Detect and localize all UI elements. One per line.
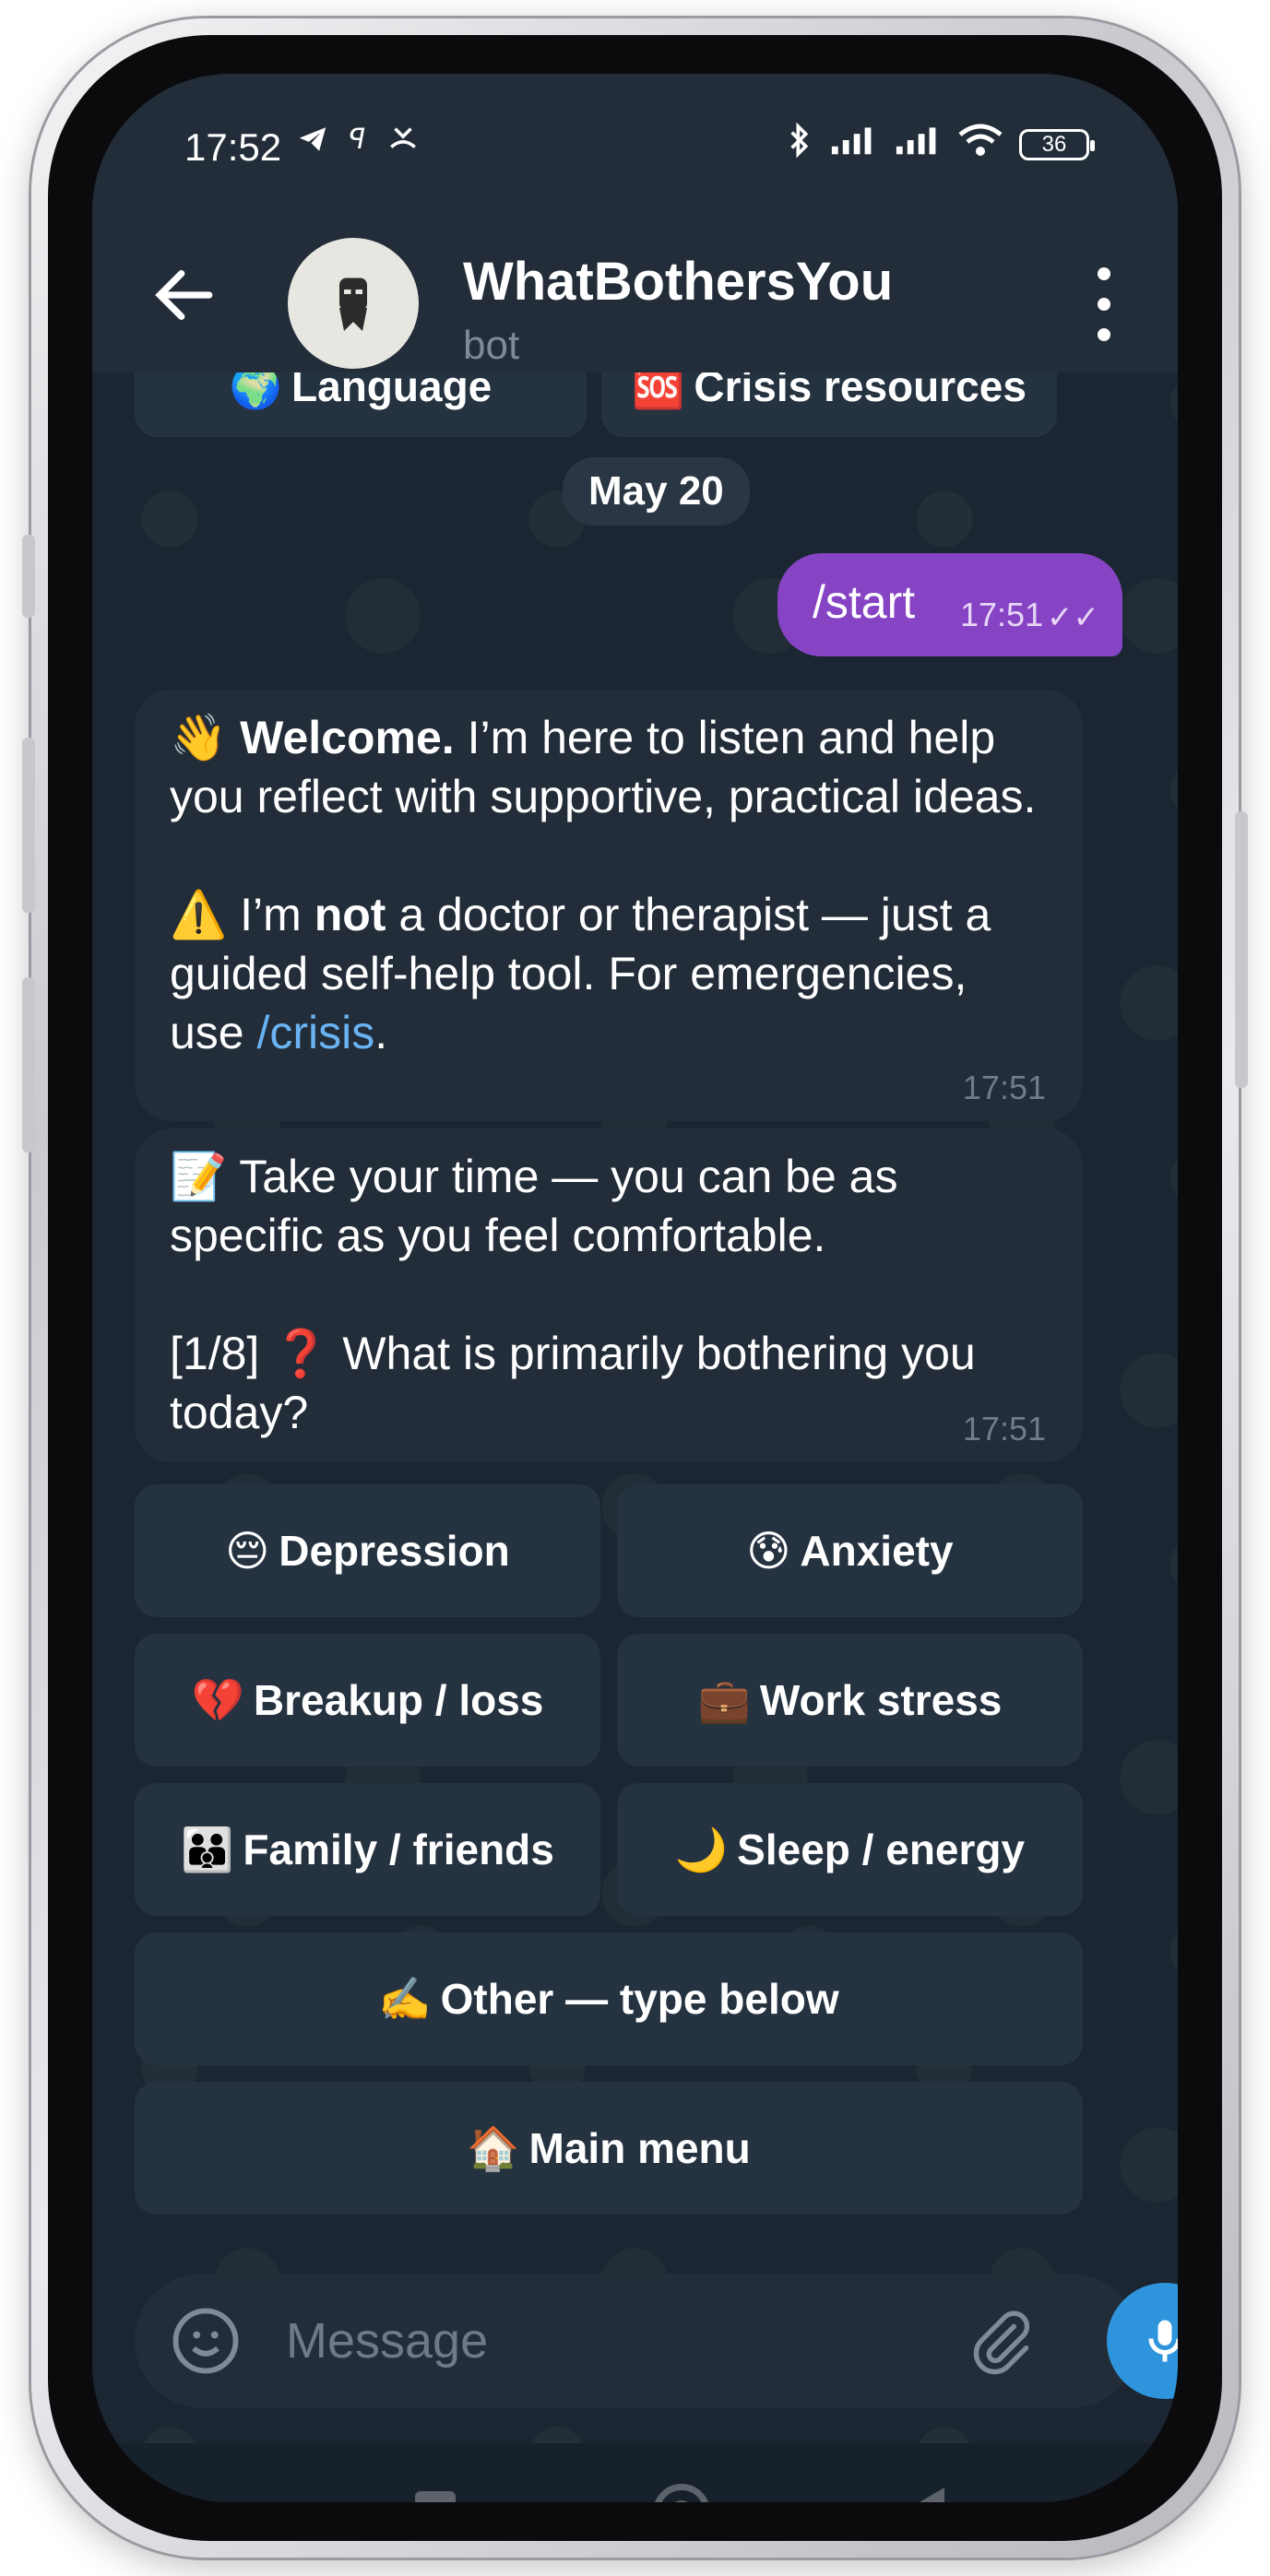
- microphone-icon: [1148, 2320, 1178, 2362]
- anxiety-button[interactable]: 😰 Anxiety: [617, 1484, 1083, 1617]
- disclaimer-bold-text: not: [314, 889, 386, 940]
- bluetooth-icon: [787, 122, 813, 167]
- message-paragraph: [1/8] ❓ What is primarily bothering you …: [170, 1324, 1051, 1442]
- back-icon[interactable]: [904, 2487, 944, 2502]
- other-type-below-button[interactable]: ✍️ Other — type below: [135, 1932, 1083, 2065]
- signal-alt-icon: ꟼ: [349, 124, 366, 155]
- anxious-face-icon: 😰: [746, 1527, 791, 1575]
- question-mark-icon: ❓: [272, 1328, 330, 1379]
- main-menu-button[interactable]: 🏠 Main menu: [135, 2082, 1083, 2215]
- broken-heart-icon: 💔: [191, 1675, 244, 1724]
- outgoing-message-text: /start: [813, 576, 916, 628]
- chat-title[interactable]: WhatBothersYou: [463, 251, 893, 313]
- message-composer: [135, 2274, 1138, 2408]
- outgoing-message[interactable]: /start 17:51 ✓✓: [777, 553, 1122, 656]
- telegram-icon: [297, 124, 328, 163]
- home-icon[interactable]: [653, 2484, 710, 2502]
- sos-icon: 🆘: [632, 372, 685, 410]
- wifi-icon: [956, 122, 1004, 167]
- button-label: Sleep / energy: [737, 1826, 1026, 1873]
- button-label: Main menu: [528, 2124, 751, 2172]
- writing-hand-icon: ✍️: [378, 1974, 432, 2023]
- disclaimer-text-a: I’m: [227, 889, 315, 940]
- phone-frame: 17:52 ꟼ 36 WhatBothersYou bot 🌍 Language…: [22, 18, 1248, 2558]
- message-paragraph: 📝 Take your time — you can be as specifi…: [170, 1147, 1051, 1265]
- button-label: Breakup / loss: [253, 1676, 544, 1724]
- waving-hand-icon: 👋: [170, 712, 228, 763]
- message-paragraph: 👋 Welcome. I’m here to listen and help y…: [170, 708, 1051, 826]
- message-body: 👋 Welcome. I’m here to listen and help y…: [170, 708, 1051, 1062]
- status-time: 17:52: [184, 125, 282, 169]
- crisis-command-link[interactable]: /crisis: [257, 1007, 375, 1058]
- more-options-icon[interactable]: [1086, 267, 1122, 341]
- outgoing-message-time: 17:51: [960, 596, 1044, 633]
- inline-keyboard: 😔 Depression 😰 Anxiety 💔 Breakup / loss …: [135, 1484, 1083, 2215]
- message-paragraph: ⚠️ I’m not a doctor or therapist — just …: [170, 885, 1051, 1062]
- missed-call-icon: [386, 124, 421, 163]
- read-receipt-icon: ✓✓: [1047, 600, 1099, 635]
- family-icon: 👪: [181, 1825, 234, 1873]
- recents-icon[interactable]: [415, 2491, 456, 2502]
- button-label: Work stress: [759, 1676, 1003, 1724]
- button-label: Anxiety: [800, 1527, 954, 1575]
- screen: 17:52 ꟼ 36 WhatBothersYou bot 🌍 Language…: [92, 74, 1178, 2502]
- date-separator: May 20: [563, 457, 750, 526]
- depression-button[interactable]: 😔 Depression: [135, 1484, 600, 1617]
- take-your-time-text: Take your time — you can be as specific …: [170, 1151, 898, 1261]
- volume-up-button: [22, 738, 35, 913]
- button-label: Other — type below: [440, 1975, 839, 2023]
- language-button[interactable]: 🌍 Language: [135, 372, 587, 437]
- message-time: 17:51: [962, 1410, 1046, 1448]
- question-progress: [1/8]: [170, 1328, 273, 1379]
- incoming-message[interactable]: 📝 Take your time — you can be as specifi…: [135, 1128, 1083, 1462]
- emoji-icon[interactable]: [170, 2305, 242, 2377]
- crisis-resources-button-label: Crisis resources: [694, 372, 1027, 410]
- signal-icon: [827, 124, 877, 164]
- battery-icon: 36: [1019, 128, 1095, 160]
- button-label: Depression: [279, 1527, 510, 1575]
- message-time: 17:51: [962, 1069, 1046, 1106]
- status-notification-icons: ꟼ: [297, 124, 421, 163]
- message-body: 📝 Take your time — you can be as specifi…: [170, 1147, 1051, 1442]
- work-stress-button[interactable]: 💼 Work stress: [617, 1634, 1083, 1767]
- disclaimer-end: .: [374, 1007, 388, 1058]
- message-input[interactable]: [286, 2310, 932, 2371]
- silent-switch: [22, 535, 35, 618]
- globe-icon: 🌍: [229, 372, 283, 410]
- bezel: 17:52 ꟼ 36 WhatBothersYou bot 🌍 Language…: [48, 35, 1222, 2541]
- language-button-label: Language: [291, 372, 493, 410]
- family-friends-button[interactable]: 👪 Family / friends: [135, 1783, 600, 1916]
- navigation-bar: [92, 2443, 1178, 2502]
- welcome-bold-text: Welcome.: [240, 712, 455, 763]
- briefcase-icon: 💼: [697, 1675, 751, 1724]
- incoming-message[interactable]: 👋 Welcome. I’m here to listen and help y…: [135, 690, 1083, 1121]
- crisis-resources-button[interactable]: 🆘 Crisis resources: [601, 372, 1057, 437]
- paperclip-icon[interactable]: [965, 2305, 1039, 2379]
- power-button: [1235, 811, 1248, 1088]
- crescent-moon-icon: 🌙: [674, 1825, 729, 1873]
- sleep-energy-button[interactable]: 🌙 Sleep / energy: [617, 1783, 1083, 1916]
- status-bar: 17:52 ꟼ 36: [92, 74, 1178, 184]
- volume-down-button: [22, 977, 35, 1152]
- warning-icon: ⚠️: [170, 889, 228, 940]
- memo-icon: 📝: [170, 1151, 228, 1202]
- signal-icon: [892, 124, 942, 164]
- status-system-icons: 36: [787, 122, 1095, 167]
- button-label: Family / friends: [243, 1826, 554, 1873]
- back-arrow-icon[interactable]: [148, 258, 221, 332]
- previous-keyboard-clip: 🌍 Language 🆘 Crisis resources: [135, 372, 1057, 437]
- pensive-face-icon: 😔: [225, 1527, 270, 1575]
- house-icon: 🏠: [467, 2123, 520, 2172]
- breakup-loss-button[interactable]: 💔 Breakup / loss: [135, 1634, 600, 1767]
